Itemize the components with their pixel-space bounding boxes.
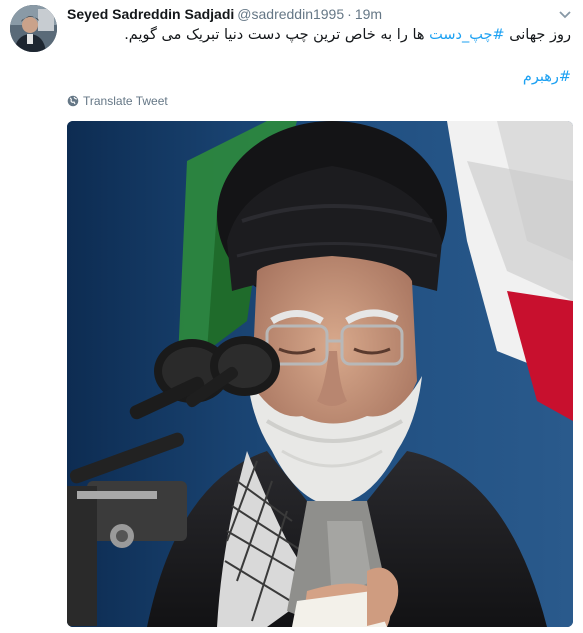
- tweet-text: روز جهانی #چپ_دست ها را به خاص ترین چپ د…: [71, 24, 571, 88]
- translate-label: Translate Tweet: [83, 94, 168, 108]
- author-name[interactable]: Seyed Sadreddin Sadjadi: [67, 6, 234, 22]
- avatar[interactable]: [10, 5, 57, 52]
- header-separator: ·: [347, 6, 352, 22]
- tweet-text-line-2: #رهبرم: [71, 66, 571, 88]
- tweet-timestamp[interactable]: 19m: [355, 6, 382, 22]
- tweet-text-part-1: روز جهانی: [509, 27, 571, 43]
- globe-icon: [67, 95, 79, 107]
- translate-tweet-link[interactable]: Translate Tweet: [67, 93, 168, 109]
- hashtag-link[interactable]: #چپ_دست: [429, 27, 504, 43]
- tweet: Seyed Sadreddin Sadjadi @sadreddin1995 · 19…: [0, 0, 583, 633]
- tweet-header: Seyed Sadreddin Sadjadi @sadreddin1995 · 19…: [67, 5, 382, 23]
- hashtag-link[interactable]: #رهبرم: [523, 69, 571, 85]
- author-handle[interactable]: @sadreddin1995: [237, 6, 344, 22]
- chevron-down-icon[interactable]: [557, 6, 573, 22]
- tweet-text-line-1: روز جهانی #چپ_دست ها را به خاص ترین چپ د…: [71, 24, 571, 46]
- tweet-text-part-2: ها را به خاص ترین چپ دست دنیا تبریک می گ…: [124, 27, 425, 43]
- tweet-photo[interactable]: [67, 121, 573, 627]
